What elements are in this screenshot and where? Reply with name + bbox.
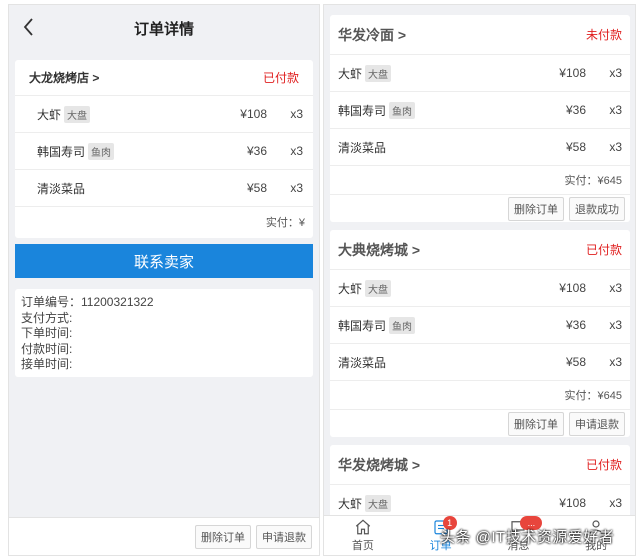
item-quantity: x3 (609, 318, 622, 332)
delete-order-button[interactable]: 删除订单 (508, 411, 564, 436)
item-tag: 鱼肉 (389, 101, 416, 119)
delete-order-button[interactable]: 删除订单 (195, 524, 251, 549)
item-price: ¥108 (559, 66, 586, 80)
item-name: 大虾 (338, 281, 363, 296)
order-card-header: 华发冷面 > 未付款 (330, 15, 630, 55)
order-status: 已付款 (585, 458, 622, 472)
contact-seller-button[interactable]: 联系卖家 (15, 244, 313, 278)
request-refund-button[interactable]: 申请退款 (569, 411, 625, 436)
item-price: ¥108 (559, 496, 586, 510)
item-tag: 鱼肉 (88, 142, 115, 160)
item-quantity: x3 (609, 103, 622, 117)
order-list-screen: 华发冷面 > 未付款 大虾 大盘 ¥108 x3 韩国寿司 鱼肉 ¥36 x3 清淡… (323, 4, 636, 556)
back-arrow-icon[interactable] (17, 15, 41, 39)
shop-name-link[interactable]: 华发冷面 > (338, 25, 406, 45)
item-name: 大虾 (338, 66, 363, 81)
order-time: 下单时间: (21, 326, 73, 340)
paid-amount: 实付：¥645 (564, 390, 622, 402)
watermark: 头条 @IT技术资源爱好者 (440, 529, 615, 546)
payment-method: 支付方式: (21, 310, 73, 325)
payment-time: 付款时间: (21, 341, 73, 356)
order-card-header: 大龙烧烤店 > 已付款 (15, 60, 313, 96)
list-item: 大虾 大盘 ¥108 x3 (330, 55, 630, 92)
item-price: ¥108 (240, 107, 267, 121)
delete-order-button[interactable]: 删除订单 (508, 196, 564, 221)
item-tag: 大盘 (365, 279, 392, 297)
item-price: ¥36 (246, 144, 267, 158)
tab-label: 首页 (351, 540, 374, 552)
shop-name-link[interactable]: 大龙烧烤店 > (29, 69, 99, 86)
item-quantity: x3 (609, 66, 622, 80)
order-card: 大龙烧烤店 > 已付款 大虾 大盘 ¥108 x3 韩国寿司 鱼肉 ¥36 x3 清… (15, 60, 313, 238)
order-detail-screen: 订单详情 大龙烧烤店 > 已付款 大虾 大盘 ¥108 x3 韩国寿司 鱼肉 ¥36… (8, 4, 320, 556)
item-price: ¥58 (246, 181, 267, 195)
item-price: ¥36 (565, 103, 586, 117)
order-card: 华发冷面 > 未付款 大虾 大盘 ¥108 x3 韩国寿司 鱼肉 ¥36 x3 清淡… (330, 15, 630, 222)
list-item: 清淡菜品 ¥58 x3 (15, 170, 313, 207)
order-card: 华发烧烤城 > 已付款 大虾 大盘 ¥108 x3 (330, 445, 630, 525)
item-quantity: x3 (609, 281, 622, 295)
order-number: 订单编号：11200321322 (21, 295, 154, 309)
item-name: 大虾 (37, 107, 62, 122)
item-tag: 大盘 (365, 494, 392, 512)
item-quantity: x3 (290, 107, 303, 121)
item-quantity: x3 (609, 140, 622, 154)
order-card-header: 华发烧烤城 > 已付款 (330, 445, 630, 485)
order-card: 大典烧烤城 > 已付款 大虾 大盘 ¥108 x3 韩国寿司 鱼肉 ¥36 x3 清… (330, 230, 630, 437)
item-price: ¥58 (565, 355, 586, 369)
order-status: 未付款 (585, 28, 622, 42)
list-item: 韩国寿司 鱼肉 ¥36 x3 (15, 133, 313, 170)
item-name: 清淡菜品 (338, 355, 387, 370)
item-tag: 大盘 (64, 105, 91, 123)
order-status: 已付款 (585, 243, 622, 257)
order-actions-footer: 删除订单 申请退款 (9, 517, 319, 555)
item-name: 清淡菜品 (37, 181, 86, 196)
item-name: 大虾 (338, 496, 363, 511)
list-item: 大虾 大盘 ¥108 x3 (15, 96, 313, 133)
item-name: 韩国寿司 (338, 318, 387, 333)
paid-amount: 实付：¥ (265, 217, 305, 229)
shop-name-link[interactable]: 华发烧烤城 > (338, 455, 420, 475)
list-item: 清淡菜品 ¥58 x3 (330, 344, 630, 381)
item-tag: 鱼肉 (389, 316, 416, 334)
tab-home[interactable]: 首页 (324, 516, 402, 555)
shop-name-link[interactable]: 大典烧烤城 > (338, 240, 420, 260)
item-name: 清淡菜品 (338, 140, 387, 155)
item-quantity: x3 (609, 496, 622, 510)
item-name: 韩国寿司 (338, 103, 387, 118)
accept-time: 接单时间: (21, 357, 73, 371)
order-actions: 删除订单 申请退款 (330, 409, 630, 437)
refund-success-button[interactable]: 退款成功 (569, 196, 625, 221)
paid-amount: 实付：¥645 (564, 175, 622, 187)
list-item: 韩国寿司 鱼肉 ¥36 x3 (330, 92, 630, 129)
item-quantity: x3 (290, 181, 303, 195)
item-quantity: x3 (290, 144, 303, 158)
item-tag: 大盘 (365, 64, 392, 82)
list-item: 清淡菜品 ¥58 x3 (330, 129, 630, 166)
page-title: 订单详情 (133, 20, 194, 38)
list-item: 韩国寿司 鱼肉 ¥36 x3 (330, 307, 630, 344)
item-name: 韩国寿司 (37, 144, 86, 159)
item-quantity: x3 (609, 355, 622, 369)
request-refund-button[interactable]: 申请退款 (256, 524, 312, 549)
home-icon (355, 519, 371, 535)
order-info-panel: 订单编号：11200321322 支付方式: 下单时间: 付款时间: 接单时间: (15, 289, 313, 377)
order-status: 已付款 (262, 71, 299, 85)
order-card-header: 大典烧烤城 > 已付款 (330, 230, 630, 270)
item-price: ¥58 (565, 140, 586, 154)
order-actions: 删除订单 退款成功 (330, 194, 630, 222)
item-price: ¥108 (559, 281, 586, 295)
item-price: ¥36 (565, 318, 586, 332)
header: 订单详情 (9, 5, 319, 51)
list-item: 大虾 大盘 ¥108 x3 (330, 270, 630, 307)
